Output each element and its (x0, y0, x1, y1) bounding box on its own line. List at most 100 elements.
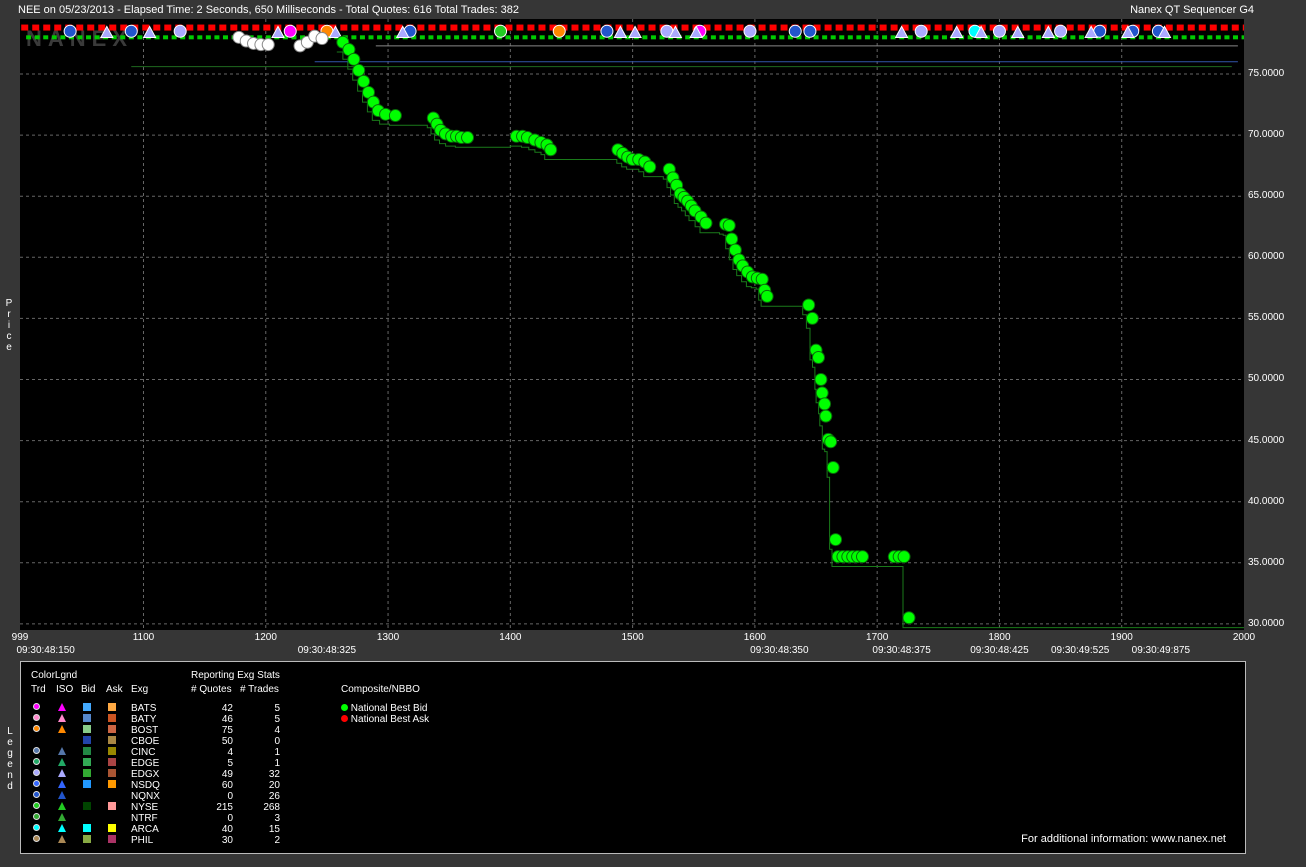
ask-swatch (108, 835, 116, 843)
trade-dot-icon (33, 835, 40, 842)
legend-stats-header: Reporting Exg Stats (191, 670, 280, 681)
nba-marker (32, 24, 40, 31)
legend-col-bid: Bid (81, 684, 96, 695)
exchange-name: PHIL (131, 835, 154, 846)
nba-marker (186, 24, 194, 31)
nba-marker (241, 24, 249, 31)
exchange-name: NSDQ (131, 780, 160, 791)
nba-marker (21, 24, 29, 31)
nbb-top-marker (573, 35, 579, 40)
trade-dot-icon (33, 703, 40, 710)
nba-marker (780, 24, 788, 31)
nbb-top-marker (26, 35, 32, 40)
nbb-top-marker (830, 35, 836, 40)
nbb-top-marker (419, 35, 425, 40)
nba-marker (307, 24, 315, 31)
trade-marker (261, 38, 275, 52)
nbb-top-marker (565, 35, 571, 40)
nba-marker (351, 24, 359, 31)
trade-dot-icon (33, 725, 40, 732)
nba-marker (1176, 24, 1184, 31)
trade-dot-icon (33, 780, 40, 787)
legend-row: PHIL 30 2 (21, 835, 321, 846)
nbb-top-marker (205, 35, 211, 40)
x-tick-label: 1600 (743, 632, 766, 643)
exchange-quote-marker (63, 24, 77, 38)
trade-dot-icon (33, 769, 40, 776)
nba-marker (252, 24, 260, 31)
nbb-top-marker (710, 35, 716, 40)
legend-row: NTRF 0 3 (21, 813, 321, 824)
nbb-top-marker (933, 35, 939, 40)
nbb-top-marker (60, 35, 66, 40)
nbb-point (802, 298, 816, 312)
nba-marker (538, 24, 546, 31)
quote-count: 4 (227, 747, 233, 758)
nbb-top-marker (436, 35, 442, 40)
nbb-top-marker (882, 35, 888, 40)
nbb-top-marker (86, 35, 92, 40)
nba-marker (230, 24, 238, 31)
bid-swatch (83, 736, 91, 744)
nbb-point (824, 435, 838, 449)
quote-count: 49 (221, 769, 233, 780)
time-tick-label: 09:30:48:350 (750, 645, 809, 656)
exchange-quote-marker (600, 24, 614, 38)
nbb-top-marker (864, 35, 870, 40)
y-tick-label: 55.0000 (1248, 312, 1285, 324)
exchange-name: NTRF (131, 813, 158, 824)
time-tick-label: 09:30:48:375 (872, 645, 931, 656)
nbb-top-marker (1215, 35, 1221, 40)
legend-trades-header: # Trades (240, 684, 279, 695)
nba-marker (153, 24, 161, 31)
nba-marker (824, 24, 832, 31)
nba-marker (1187, 24, 1195, 31)
ask-swatch (108, 725, 116, 733)
bid-swatch (83, 758, 91, 766)
nba-marker (582, 24, 590, 31)
nbb-top-marker (1241, 35, 1244, 40)
nba-marker (1220, 24, 1228, 31)
nbb-point (897, 550, 911, 564)
exchange-quote-marker (494, 24, 508, 38)
nbb-top-marker (377, 35, 383, 40)
nba-marker (835, 24, 843, 31)
nba-marker (736, 24, 744, 31)
nbb-top-marker (736, 35, 742, 40)
nba-marker (164, 24, 172, 31)
nba-marker (879, 24, 887, 31)
exchange-quote-marker (743, 24, 757, 38)
y-tick-label: 75.0000 (1248, 67, 1285, 79)
trade-dot-icon (33, 747, 40, 754)
nba-marker (1077, 24, 1085, 31)
legend-row: BATY 46 5 (21, 714, 321, 725)
quote-count: 42 (221, 703, 233, 714)
nba-marker (472, 24, 480, 31)
legend-row: EDGX 49 32 (21, 769, 321, 780)
plot-area: NANEX (20, 19, 1244, 630)
iso-triangle-icon (58, 769, 66, 777)
legend-col-iso: ISO (56, 684, 74, 695)
chart-svg: NANEX (20, 19, 1244, 630)
nbb-top-marker (385, 35, 391, 40)
nba-marker (846, 24, 854, 31)
nba-marker (571, 24, 579, 31)
exchange-quote-marker (992, 24, 1006, 38)
chart-title: NEE on 05/23/2013 - Elapsed Time: 2 Seco… (18, 4, 520, 16)
iso-triangle-icon (58, 703, 66, 711)
legend-row: NSDQ 60 20 (21, 780, 321, 791)
quote-count: 30 (221, 835, 233, 846)
y-tick-label: 60.0000 (1248, 251, 1285, 263)
nbb-top-marker (1198, 35, 1204, 40)
nba-marker (725, 24, 733, 31)
trade-count: 4 (274, 725, 280, 736)
nbb-top-marker (727, 35, 733, 40)
nba-marker (1110, 24, 1118, 31)
exchange-quote-marker (1054, 24, 1068, 38)
nbb-point (699, 216, 713, 230)
nbb-point (352, 63, 366, 77)
ask-swatch (108, 703, 116, 711)
nbb-top-marker (479, 35, 485, 40)
nba-marker (527, 24, 535, 31)
exchange-name: BATS (131, 703, 157, 714)
